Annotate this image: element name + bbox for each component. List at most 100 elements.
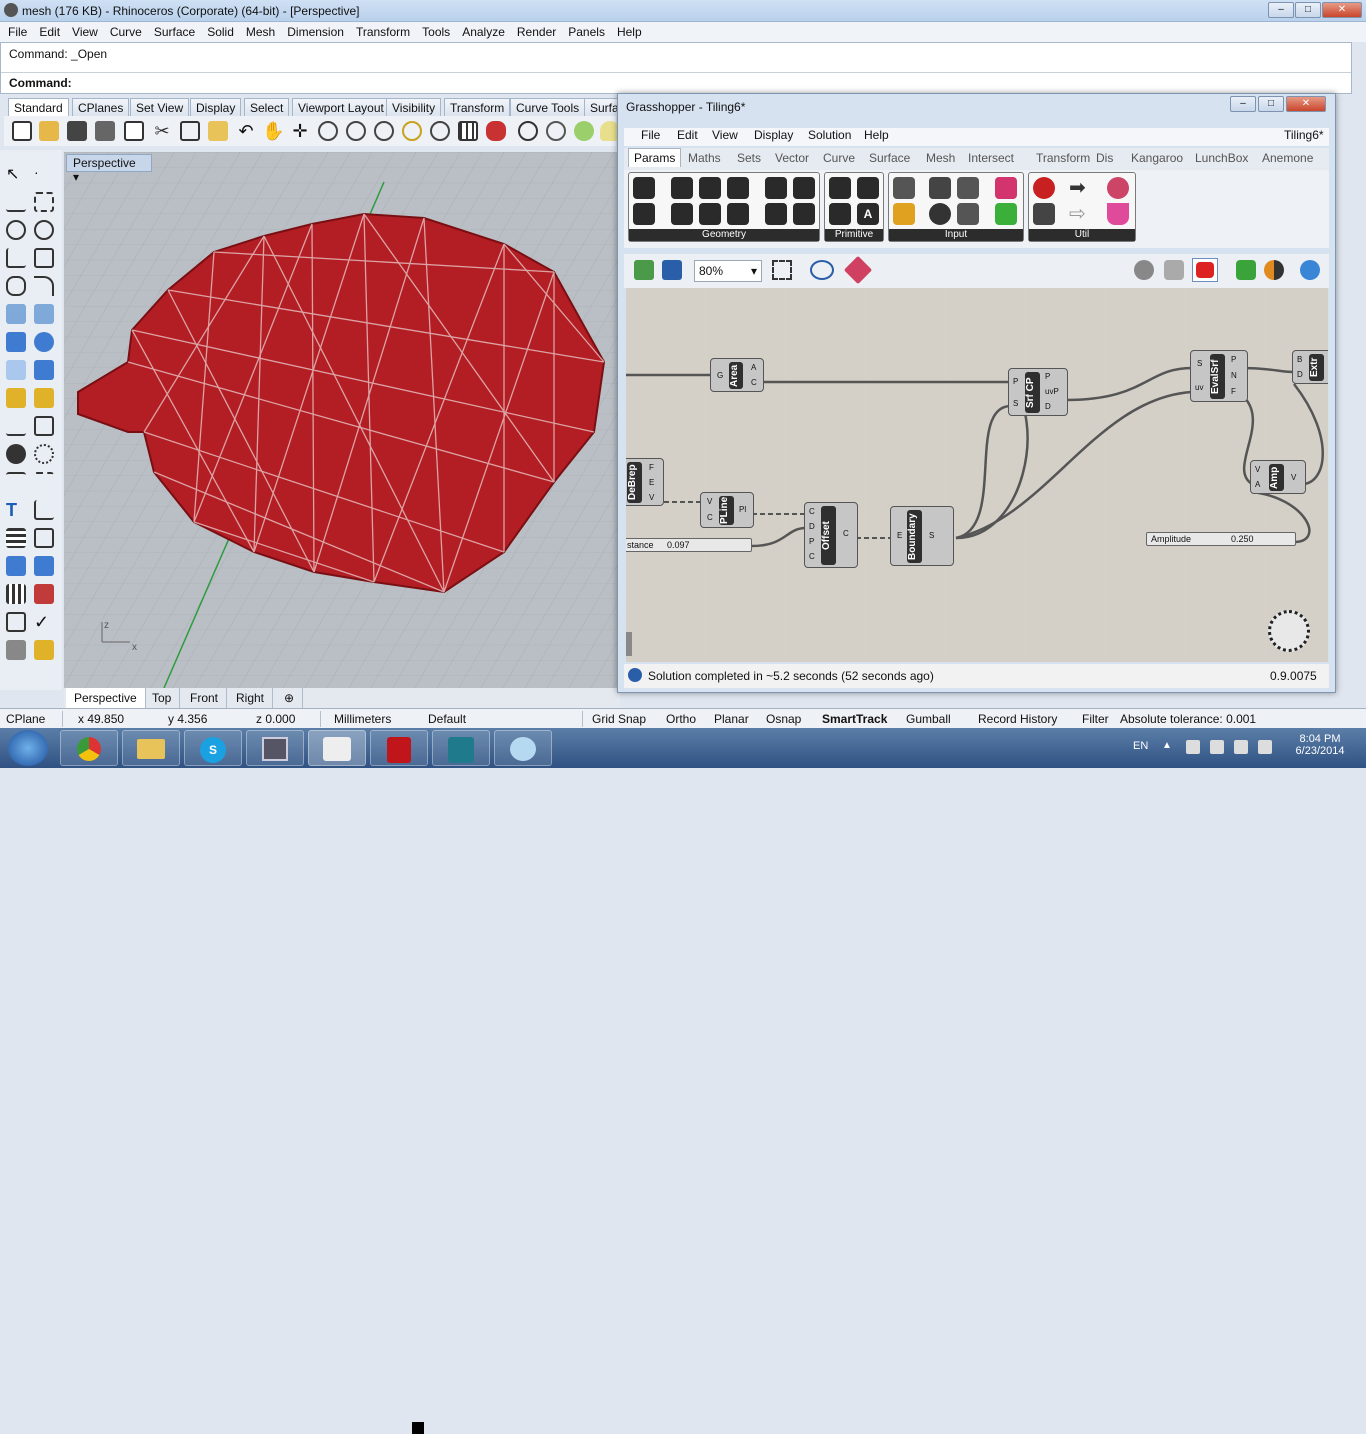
boundary-input-e[interactable]: E xyxy=(897,531,902,540)
gh-amplitude-component[interactable]: V A Amp V xyxy=(1250,460,1306,494)
tab-cplanes[interactable]: CPlanes xyxy=(72,98,130,116)
gh-menu-display[interactable]: Display xyxy=(754,128,793,142)
pline-input-v[interactable]: V xyxy=(707,497,712,506)
tab-set-view[interactable]: Set View xyxy=(130,98,190,116)
pline-input-c[interactable]: C xyxy=(707,513,713,522)
status-cplane[interactable]: CPlane xyxy=(6,712,45,726)
gh-integer-icon[interactable] xyxy=(829,177,851,199)
fillet-icon[interactable] xyxy=(34,276,54,296)
gh-shaded-preview-icon[interactable] xyxy=(1164,260,1184,280)
menu-solid[interactable]: Solid xyxy=(207,22,234,39)
gh-seven-icon[interactable] xyxy=(829,203,851,225)
gh-amplitude-slider[interactable]: Amplitude 0.250 xyxy=(1146,532,1296,546)
tab-transform[interactable]: Transform xyxy=(444,98,511,116)
menu-tools[interactable]: Tools xyxy=(422,22,450,39)
taskbar-paint-icon[interactable] xyxy=(494,730,552,766)
debrep-output-e[interactable]: E xyxy=(649,478,654,487)
tray-network-icon[interactable] xyxy=(1234,740,1248,754)
gh-cherry-icon[interactable] xyxy=(1033,177,1055,199)
menu-curve[interactable]: Curve xyxy=(110,22,142,39)
rotate-view-icon[interactable]: ✛ xyxy=(290,121,310,141)
gh-tab-display[interactable]: Dis xyxy=(1096,151,1113,165)
gh-panel-icon[interactable] xyxy=(957,203,979,225)
new-icon[interactable] xyxy=(12,121,32,141)
gh-pline-component[interactable]: V C PLine Pl xyxy=(700,492,754,528)
gh-close-button[interactable]: ✕ xyxy=(1286,96,1326,112)
viewport-title-tab[interactable]: Perspective ▾ xyxy=(66,154,152,184)
explode-icon[interactable] xyxy=(34,388,54,408)
gh-selected-preview-button[interactable] xyxy=(1192,258,1218,282)
gh-zoom-select[interactable]: 80% ▾ xyxy=(694,260,762,282)
perspective-viewport[interactable]: z x xyxy=(64,152,620,688)
gh-offset-component[interactable]: C D P C Offset C xyxy=(804,502,858,568)
gh-sketch-pen-icon[interactable] xyxy=(843,255,873,285)
import-icon[interactable] xyxy=(124,121,144,141)
add-viewport-icon[interactable]: ⊕ xyxy=(276,688,304,708)
gh-tab-mesh[interactable]: Mesh xyxy=(926,151,955,165)
taskbar-video-icon[interactable] xyxy=(246,730,304,766)
polygon-icon[interactable] xyxy=(6,276,26,296)
gh-wireframe-preview-icon[interactable] xyxy=(1134,260,1154,280)
gh-group-util-label[interactable]: Util xyxy=(1029,229,1135,241)
toggle-planar[interactable]: Planar xyxy=(714,712,749,726)
gh-surface-param-icon[interactable] xyxy=(727,177,749,199)
gh-geometry-icon[interactable] xyxy=(633,177,655,199)
gh-gradient-icon[interactable] xyxy=(995,203,1017,225)
arc-icon[interactable] xyxy=(6,248,26,268)
tab-perspective[interactable]: Perspective xyxy=(66,688,146,708)
gh-field-param-icon[interactable] xyxy=(765,203,787,225)
gh-import-icon[interactable] xyxy=(893,177,915,199)
menu-analyze[interactable]: Analyze xyxy=(462,22,505,39)
gh-tab-lunchbox[interactable]: LunchBox xyxy=(1195,151,1248,165)
taskbar-chrome-icon[interactable] xyxy=(60,730,118,766)
area-output-a[interactable]: A xyxy=(751,363,756,372)
offset-input-d[interactable]: D xyxy=(809,522,815,531)
menu-panels[interactable]: Panels xyxy=(568,22,605,39)
offset-input-c[interactable]: C xyxy=(809,507,815,516)
circle-icon[interactable] xyxy=(6,220,26,240)
gh-flask-icon[interactable] xyxy=(1107,203,1129,225)
menu-edit[interactable]: Edit xyxy=(39,22,60,39)
surface-icon[interactable] xyxy=(6,304,26,324)
group-icon[interactable] xyxy=(6,444,26,464)
gh-minimize-button[interactable]: – xyxy=(1230,96,1256,112)
status-layer[interactable]: Default xyxy=(428,712,466,726)
material-icon[interactable] xyxy=(574,121,594,141)
tray-expand-icon[interactable]: ▲ xyxy=(1162,740,1172,751)
command-prompt[interactable]: Command: xyxy=(9,76,72,90)
tray-volume-icon[interactable] xyxy=(1258,740,1272,754)
tab-viewport-layout[interactable]: Viewport Layout xyxy=(292,98,390,116)
language-indicator[interactable]: EN xyxy=(1133,740,1148,752)
box-icon[interactable] xyxy=(6,332,26,352)
tab-select[interactable]: Select xyxy=(244,98,290,116)
menu-help[interactable]: Help xyxy=(617,22,642,39)
gh-arc-param-icon[interactable] xyxy=(671,203,693,225)
gh-group-primitive-label[interactable]: Primitive xyxy=(825,229,883,241)
tab-right[interactable]: Right xyxy=(228,688,274,708)
clock[interactable]: 8:04 PM 6/23/2014 xyxy=(1290,733,1350,757)
start-button-icon[interactable] xyxy=(8,730,48,766)
undo-icon[interactable]: ↶ xyxy=(236,121,256,141)
zoom-icon[interactable] xyxy=(318,121,338,141)
amp-output-v[interactable]: V xyxy=(1291,473,1296,482)
close-button[interactable]: ✕ xyxy=(1322,2,1362,18)
srfcp-output-p[interactable]: P xyxy=(1045,372,1050,381)
gh-box-param-icon[interactable] xyxy=(793,203,815,225)
viewport-menu-arrow-icon[interactable]: ▾ xyxy=(73,170,79,184)
gh-tab-sets[interactable]: Sets xyxy=(737,151,761,165)
paint-icon[interactable] xyxy=(34,640,54,660)
gh-settings-icon[interactable] xyxy=(1300,260,1320,280)
shade-icon[interactable] xyxy=(518,121,538,141)
toggle-grid-snap[interactable]: Grid Snap xyxy=(592,712,646,726)
gh-tab-anemone[interactable]: Anemone xyxy=(1262,151,1313,165)
amp-input-a[interactable]: A xyxy=(1255,480,1260,489)
taskbar-explorer-icon[interactable] xyxy=(122,730,180,766)
move-icon[interactable] xyxy=(6,472,26,492)
check-icon[interactable]: ✓ xyxy=(34,612,54,632)
surface-edge-icon[interactable] xyxy=(34,304,54,324)
gh-text-icon[interactable]: A xyxy=(857,203,879,225)
gh-bake-icon[interactable] xyxy=(1236,260,1256,280)
extr-input-d[interactable]: D xyxy=(1297,370,1303,379)
taskbar-autocad-icon[interactable] xyxy=(432,730,490,766)
points-on-icon[interactable] xyxy=(34,444,54,464)
